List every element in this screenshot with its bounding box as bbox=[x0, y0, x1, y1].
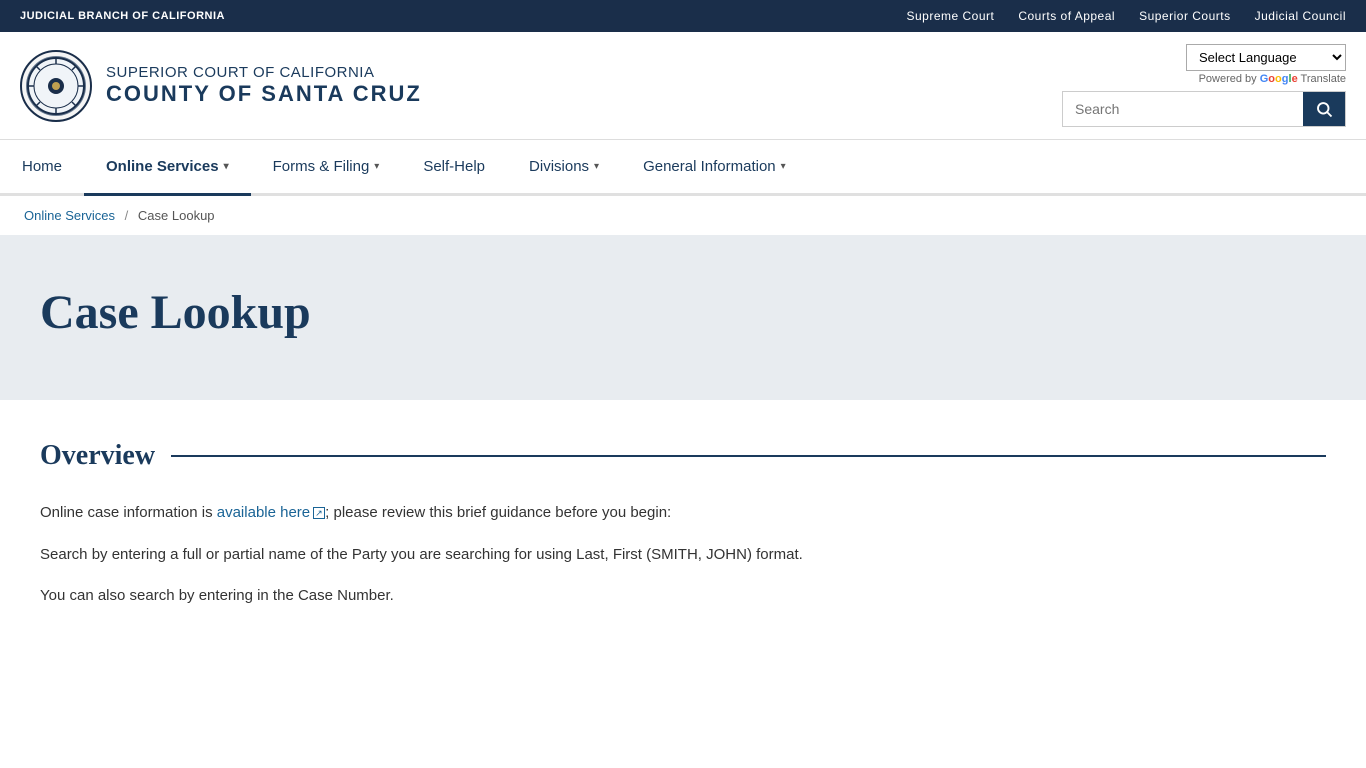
courts-of-appeal-link[interactable]: Courts of Appeal bbox=[1018, 9, 1115, 23]
superior-courts-link[interactable]: Superior Courts bbox=[1139, 9, 1231, 23]
language-select[interactable]: Select Language bbox=[1186, 44, 1346, 71]
seal-svg bbox=[27, 57, 85, 115]
page-title: Case Lookup bbox=[40, 285, 1326, 340]
main-content: Overview Online case information is avai… bbox=[0, 400, 1366, 665]
paragraph-2: Search by entering a full or partial nam… bbox=[40, 542, 1326, 568]
overview-heading: Overview bbox=[40, 440, 155, 472]
breadcrumb-current: Case Lookup bbox=[138, 208, 215, 223]
seal-container bbox=[20, 50, 92, 122]
search-input[interactable] bbox=[1063, 93, 1303, 125]
nav-online-services[interactable]: Online Services ▾ bbox=[84, 140, 251, 196]
nav-home[interactable]: Home bbox=[0, 140, 84, 193]
supreme-court-link[interactable]: Supreme Court bbox=[906, 9, 994, 23]
header-right: Select Language Powered by Google Transl… bbox=[1062, 44, 1346, 127]
top-bar: JUDICIAL BRANCH OF CALIFORNIA Supreme Co… bbox=[0, 0, 1366, 32]
chevron-down-icon: ▾ bbox=[374, 161, 379, 172]
translate-widget: Select Language Powered by Google Transl… bbox=[1186, 44, 1346, 85]
judicial-council-link[interactable]: Judicial Council bbox=[1255, 9, 1346, 23]
available-here-link[interactable]: available here bbox=[217, 504, 325, 521]
search-box bbox=[1062, 91, 1346, 127]
paragraph-1: Online case information is available her… bbox=[40, 500, 1326, 526]
breadcrumb-online-services[interactable]: Online Services bbox=[24, 208, 115, 223]
search-button[interactable] bbox=[1303, 92, 1345, 126]
content-body: Online case information is available her… bbox=[40, 500, 1326, 609]
brand-label: JUDICIAL BRANCH OF CALIFORNIA bbox=[20, 10, 225, 22]
logo-area: SUPERIOR COURT OF CALIFORNIA COUNTY OF S… bbox=[20, 50, 422, 122]
section-divider bbox=[171, 455, 1326, 457]
top-nav-links: Supreme Court Courts of Appeal Superior … bbox=[906, 9, 1346, 23]
chevron-down-icon: ▾ bbox=[224, 161, 229, 172]
translate-attribution: Powered by Google Translate bbox=[1199, 73, 1346, 85]
chevron-down-icon: ▾ bbox=[781, 161, 786, 172]
court-seal bbox=[26, 56, 86, 116]
nav-general-info[interactable]: General Information ▾ bbox=[621, 140, 808, 193]
search-icon bbox=[1315, 100, 1333, 118]
main-nav: Home Online Services ▾ Forms & Filing ▾ … bbox=[0, 140, 1366, 196]
breadcrumb: Online Services / Case Lookup bbox=[0, 196, 1366, 235]
breadcrumb-separator: / bbox=[125, 208, 129, 223]
section-header: Overview bbox=[40, 440, 1326, 472]
hero-section: Case Lookup bbox=[0, 235, 1366, 400]
external-link-icon bbox=[313, 507, 325, 519]
nav-divisions[interactable]: Divisions ▾ bbox=[507, 140, 621, 193]
nav-forms-filing[interactable]: Forms & Filing ▾ bbox=[251, 140, 402, 193]
paragraph-3: You can also search by entering in the C… bbox=[40, 583, 1326, 609]
header-title-block: SUPERIOR COURT OF CALIFORNIA COUNTY OF S… bbox=[106, 64, 422, 107]
nav-self-help[interactable]: Self-Help bbox=[401, 140, 507, 193]
site-header: SUPERIOR COURT OF CALIFORNIA COUNTY OF S… bbox=[0, 32, 1366, 140]
header-main-title: COUNTY OF SANTA CRUZ bbox=[106, 81, 422, 107]
chevron-down-icon: ▾ bbox=[594, 161, 599, 172]
header-subtitle: SUPERIOR COURT OF CALIFORNIA bbox=[106, 64, 422, 81]
